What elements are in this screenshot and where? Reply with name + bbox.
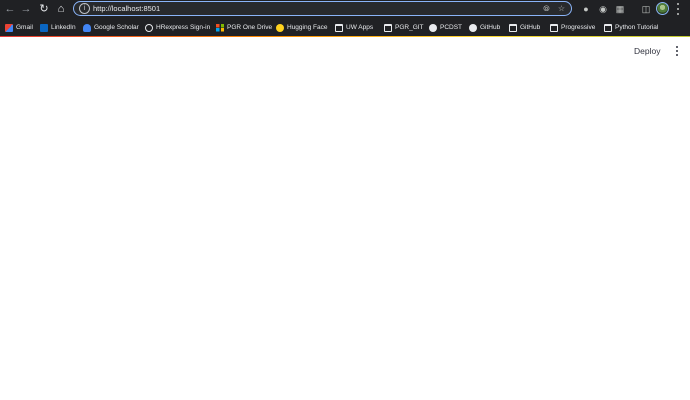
bookmark-label: Progressive bbox=[561, 24, 596, 31]
bookmark-label: Google Scholar bbox=[94, 24, 139, 31]
bookmark-label: Gmail bbox=[16, 24, 33, 31]
github-icon bbox=[429, 23, 437, 32]
extension-icon-2[interactable]: ◉ bbox=[597, 3, 609, 15]
eye-off-icon[interactable]: ⦾ bbox=[541, 3, 552, 14]
app-header-decoration bbox=[0, 36, 690, 37]
github-icon bbox=[469, 23, 477, 32]
bookmark-gmail[interactable]: Gmail bbox=[5, 22, 33, 33]
bookmark-label: UW Apps bbox=[346, 24, 374, 31]
bookmark-folder-python-tutorial[interactable]: Python Tutorial bbox=[604, 22, 658, 33]
folder-icon bbox=[604, 23, 612, 32]
side-panel-icon[interactable]: ◫ bbox=[640, 3, 652, 15]
bookmark-label: HRexpress Sign-in bbox=[156, 24, 211, 31]
avatar[interactable] bbox=[656, 2, 669, 15]
bookmark-label: LinkedIn bbox=[51, 24, 76, 31]
folder-icon bbox=[335, 23, 343, 32]
browser-chrome: ← → ↻ ⌂ i http://localhost:8501 ⦾ ☆ ● ◉ … bbox=[0, 0, 690, 37]
deploy-button[interactable]: Deploy bbox=[630, 44, 664, 58]
folder-icon bbox=[550, 23, 558, 32]
linkedin-icon bbox=[40, 23, 48, 32]
reload-icon[interactable]: ↻ bbox=[37, 2, 51, 16]
bookmark-label: Python Tutorial bbox=[615, 24, 659, 31]
address-bar[interactable]: i http://localhost:8501 ⦾ ☆ bbox=[73, 1, 572, 16]
bookmark-label: PCDST bbox=[440, 24, 463, 31]
back-icon[interactable]: ← bbox=[3, 2, 17, 16]
hugging-face-icon bbox=[276, 23, 284, 32]
bookmark-pcdst[interactable]: PCDST bbox=[429, 22, 462, 33]
bookmark-label: GitHub bbox=[480, 24, 501, 31]
bookmarks-bar: Gmail LinkedIn Google Scholar HRexpress … bbox=[0, 18, 690, 37]
extension-icon[interactable]: ● bbox=[580, 3, 592, 15]
bookmark-label: GitHub bbox=[520, 24, 541, 31]
kebab-menu-icon[interactable] bbox=[675, 3, 681, 15]
bookmark-hugging-face[interactable]: Hugging Face bbox=[276, 22, 327, 33]
bookmark-linkedin[interactable]: LinkedIn bbox=[40, 22, 76, 33]
puzzle-icon[interactable]: ▦ bbox=[614, 3, 626, 15]
gmail-icon bbox=[5, 23, 13, 32]
microsoft-icon bbox=[216, 23, 224, 32]
bookmark-label: PGR One Drive bbox=[227, 24, 273, 31]
bookmark-hrexpress[interactable]: HRexpress Sign-in bbox=[145, 22, 210, 33]
google-scholar-icon bbox=[83, 23, 91, 32]
forward-icon[interactable]: → bbox=[19, 2, 33, 16]
bookmark-label: PGR_GIT bbox=[395, 24, 424, 31]
globe-icon bbox=[145, 23, 153, 32]
folder-icon bbox=[509, 23, 517, 32]
bookmark-folder-uw-apps[interactable]: UW Apps bbox=[335, 22, 373, 33]
bookmark-folder-progressive[interactable]: Progressive bbox=[550, 22, 595, 33]
bookmark-github[interactable]: GitHub bbox=[469, 22, 500, 33]
bookmark-pgr-one-drive[interactable]: PGR One Drive bbox=[216, 22, 272, 33]
folder-icon bbox=[384, 23, 392, 32]
bookmark-folder-pgr-git[interactable]: PGR_GIT bbox=[384, 22, 424, 33]
home-icon[interactable]: ⌂ bbox=[54, 2, 68, 16]
star-icon[interactable]: ☆ bbox=[556, 3, 567, 14]
kebab-menu-icon[interactable] bbox=[674, 46, 680, 56]
bookmark-google-scholar[interactable]: Google Scholar bbox=[83, 22, 139, 33]
site-info-icon[interactable]: i bbox=[79, 3, 90, 14]
browser-toolbar: ← → ↻ ⌂ i http://localhost:8501 ⦾ ☆ ● ◉ … bbox=[0, 0, 690, 18]
bookmark-folder-github[interactable]: GitHub bbox=[509, 22, 540, 33]
url-text[interactable]: http://localhost:8501 bbox=[93, 3, 160, 14]
bookmark-label: Hugging Face bbox=[287, 24, 328, 31]
